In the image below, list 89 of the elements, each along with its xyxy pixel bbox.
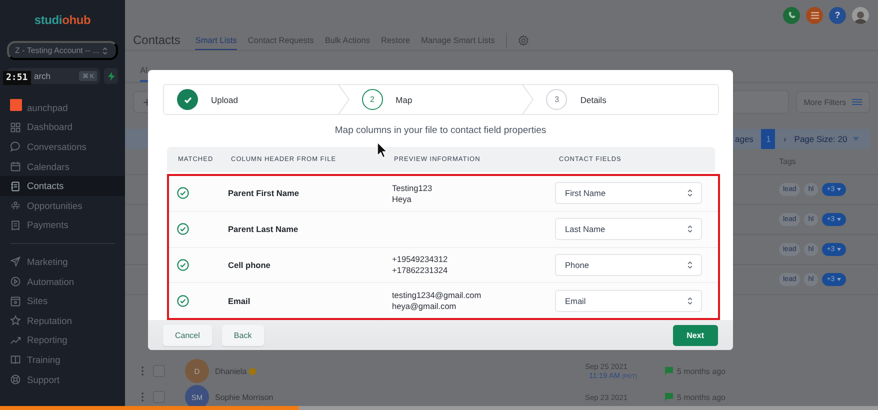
column-name: Parent Last Name <box>228 224 300 234</box>
column-name: Parent First Name <box>228 188 300 198</box>
preview-text: +17862231324 <box>392 265 449 276</box>
next-page-button[interactable]: › <box>783 134 786 144</box>
drag-handle-icon[interactable] <box>141 366 144 376</box>
nav-item[interactable]: Reporting <box>0 330 125 350</box>
help-button[interactable]: ? <box>829 6 846 24</box>
person-icon <box>852 10 869 24</box>
nav-item[interactable]: Opportunities <box>0 196 125 216</box>
up-down-icon <box>102 46 108 56</box>
pagination-label: ages <box>735 134 754 144</box>
cursor-icon <box>377 142 388 158</box>
preview-text: Testing123 <box>392 182 434 193</box>
preview-text: Heya <box>392 194 412 204</box>
account-selector[interactable]: Z - Testing Account -- ... <box>7 41 118 60</box>
phone-button[interactable] <box>783 6 800 24</box>
up-down-icon <box>687 188 693 198</box>
settings-icon[interactable] <box>518 34 529 46</box>
nav-item[interactable]: Dashboard <box>0 118 125 138</box>
step-label: Upload <box>211 94 238 104</box>
caret-icon <box>836 278 841 281</box>
book-icon <box>10 354 21 366</box>
up-down-icon <box>687 296 693 306</box>
nav-item[interactable]: Calendars <box>0 156 125 176</box>
step-label: Details <box>580 94 606 104</box>
contact-name[interactable]: Dhaniela <box>215 366 247 376</box>
nav-item[interactable]: aunchpad <box>0 98 125 118</box>
up-down-icon <box>687 260 693 270</box>
receipt-icon <box>10 220 21 231</box>
nav-item[interactable]: Automation <box>0 272 125 292</box>
star-icon <box>10 315 21 326</box>
calendar-icon <box>10 161 21 172</box>
column-name: Cell phone <box>228 260 272 270</box>
dialog-button[interactable]: Cancel <box>163 324 212 346</box>
list-button[interactable] <box>806 6 823 24</box>
nav-item[interactable]: Reputation <box>0 310 125 331</box>
preview-text: heya@gmail.com <box>392 301 458 312</box>
field-dropdown[interactable]: Last Name <box>555 218 702 240</box>
lightning-button[interactable] <box>104 68 118 84</box>
message-icon <box>665 367 673 375</box>
up-down-icon <box>687 224 693 234</box>
lifebuoy-icon <box>10 374 21 386</box>
step-label: Map <box>396 94 412 104</box>
nav-item[interactable]: Payments <box>0 216 125 236</box>
tab[interactable]: Smart Lists <box>195 30 237 50</box>
nav-item[interactable]: Support <box>0 370 125 390</box>
nav-item[interactable]: Sites <box>0 291 125 311</box>
field-dropdown[interactable]: Email <box>555 290 702 312</box>
filter-icon <box>852 98 862 106</box>
field-dropdown[interactable]: First Name <box>555 182 702 204</box>
nav-item[interactable]: Training <box>0 350 125 370</box>
list-icon <box>810 12 818 18</box>
nav-item[interactable]: Contacts <box>0 176 125 196</box>
play-icon <box>10 276 21 288</box>
people-icon <box>10 200 21 212</box>
caret-icon <box>836 188 841 191</box>
column-name: Email <box>228 296 252 306</box>
trend-icon <box>10 334 21 346</box>
phone-icon <box>788 11 796 19</box>
preview-text: +19549234312 <box>392 254 449 264</box>
caret-icon <box>836 248 841 251</box>
logo: studiohub <box>34 13 91 27</box>
preview-text: testing1234@gmail.com <box>392 290 482 300</box>
step-number: 3 <box>546 89 568 110</box>
dialog-subtitle: Map columns in your file to contact field properties <box>334 125 548 136</box>
address-book-icon <box>10 180 21 192</box>
more-filters-button[interactable]: More Filters <box>796 91 870 113</box>
contact-name[interactable]: Sophie Morrison <box>215 392 274 402</box>
nav-item[interactable]: Marketing <box>0 252 125 272</box>
avatar[interactable] <box>852 6 869 24</box>
nav-item[interactable]: Conversations <box>0 137 125 157</box>
caret-icon <box>836 218 841 221</box>
page-size-dropdown[interactable]: Page Size: 20 <box>794 134 860 144</box>
field-dropdown[interactable]: Phone <box>555 254 702 276</box>
grid-icon <box>10 122 21 133</box>
chat-icon <box>10 141 21 152</box>
dialog-button[interactable]: Back <box>222 324 264 346</box>
next-button[interactable]: Next <box>672 324 718 346</box>
lightning-icon <box>108 72 114 80</box>
timestamp-overlay: 2:51 <box>3 71 31 85</box>
video-thumbnail-marker <box>10 99 22 111</box>
send-icon <box>10 256 21 268</box>
page-button[interactable]: 1 <box>761 129 776 149</box>
caret-icon <box>853 137 860 141</box>
step-number: 2 <box>362 89 383 110</box>
page-title: Contacts <box>133 33 180 47</box>
message-icon <box>665 393 673 401</box>
browser-icon <box>10 296 21 307</box>
drag-handle-icon[interactable] <box>141 392 144 402</box>
